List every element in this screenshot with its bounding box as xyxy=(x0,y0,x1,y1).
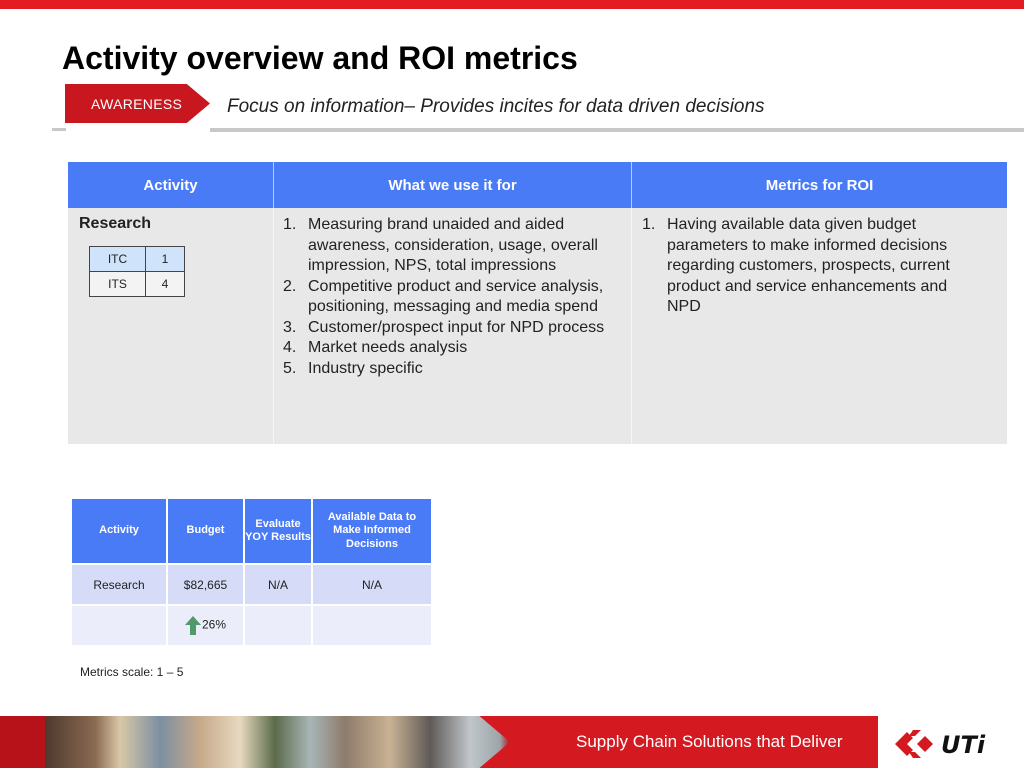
up-arrow-icon xyxy=(184,616,201,635)
awareness-badge: AWARENESS xyxy=(65,84,210,123)
footer-photo-strip xyxy=(0,716,510,768)
activity-research-label: Research xyxy=(79,215,152,232)
page-title: Activity overview and ROI metrics xyxy=(62,40,578,76)
header-evaluate-yoy: Evaluate YOY Results xyxy=(245,499,311,563)
uti-logo-text: UTi xyxy=(941,731,986,759)
list-item-text: Competitive product and service analysis… xyxy=(308,277,604,316)
awareness-badge-label: AWARENESS xyxy=(91,95,183,112)
score-mini-table: ITC 1 ITS 4 xyxy=(89,246,185,297)
header-activity: Activity xyxy=(72,499,166,563)
cell-available: N/A xyxy=(313,565,431,604)
score-value: 4 xyxy=(145,271,185,297)
list-item: 2. Competitive product and service analys… xyxy=(283,277,623,318)
list-item: 4. Market needs analysis xyxy=(283,338,623,359)
cell-change: 26% xyxy=(168,606,243,645)
metrics-scale-note: Metrics scale: 1 – 5 xyxy=(80,665,184,679)
score-row-its: ITS 4 xyxy=(89,271,185,297)
list-item-text: Measuring brand unaided and aided awaren… xyxy=(308,216,598,274)
list-item: 1. Measuring brand unaided and aided awar… xyxy=(283,215,623,277)
cell-empty xyxy=(72,606,166,645)
budget-table: Activity Budget Evaluate YOY Results Ava… xyxy=(70,497,433,647)
header-rule-left xyxy=(52,128,66,131)
uses-list: 1. Measuring brand unaided and aided awar… xyxy=(283,215,623,379)
list-item: 1. Having available data given budget par… xyxy=(642,215,972,318)
page-subtitle: Focus on information– Provides incites f… xyxy=(227,96,765,117)
list-item-text: Market needs analysis xyxy=(308,339,468,356)
header-activity: Activity xyxy=(143,176,198,194)
activity-table: Activity What we use it for Metrics for … xyxy=(68,162,1007,444)
score-label: ITS xyxy=(89,271,146,297)
uti-logo-icon: UTi xyxy=(895,730,986,759)
cell-evaluate: N/A xyxy=(245,565,311,604)
list-item: 3. Customer/prospect input for NPD proces… xyxy=(283,318,623,339)
table-row: Research $82,665 N/A N/A xyxy=(72,565,431,604)
metrics-list: 1. Having available data given budget par… xyxy=(642,215,972,318)
cell-activity: Research xyxy=(72,565,166,604)
header-what-we-use-it-for: What we use it for xyxy=(388,176,517,194)
header-rule xyxy=(210,128,1024,132)
score-label: ITC xyxy=(89,246,146,272)
header-available-data: Available Data to Make Informed Decision… xyxy=(313,499,431,563)
top-accent-bar xyxy=(0,0,1024,9)
table-row: 26% xyxy=(72,606,431,645)
list-item-text: Industry specific xyxy=(308,359,423,377)
header-budget: Budget xyxy=(168,499,243,563)
list-item: 5. Industry specific xyxy=(283,359,623,380)
cell-empty xyxy=(245,606,311,645)
list-item-text: Customer/prospect input for NPD process xyxy=(308,318,605,336)
score-row-itc: ITC 1 xyxy=(89,246,185,272)
footer-banner: Supply Chain Solutions that Deliver UTi xyxy=(0,716,1024,768)
score-value: 1 xyxy=(145,246,185,272)
change-percent: 26% xyxy=(201,617,227,632)
budget-table-header: Activity Budget Evaluate YOY Results Ava… xyxy=(72,499,431,563)
header-metrics-for-roi: Metrics for ROI xyxy=(765,176,874,194)
cell-budget: $82,665 xyxy=(168,565,243,604)
list-item-text: Having available data given budget param… xyxy=(667,216,950,315)
footer-tagline: Supply Chain Solutions that Deliver xyxy=(576,732,843,751)
cell-empty xyxy=(313,606,431,645)
